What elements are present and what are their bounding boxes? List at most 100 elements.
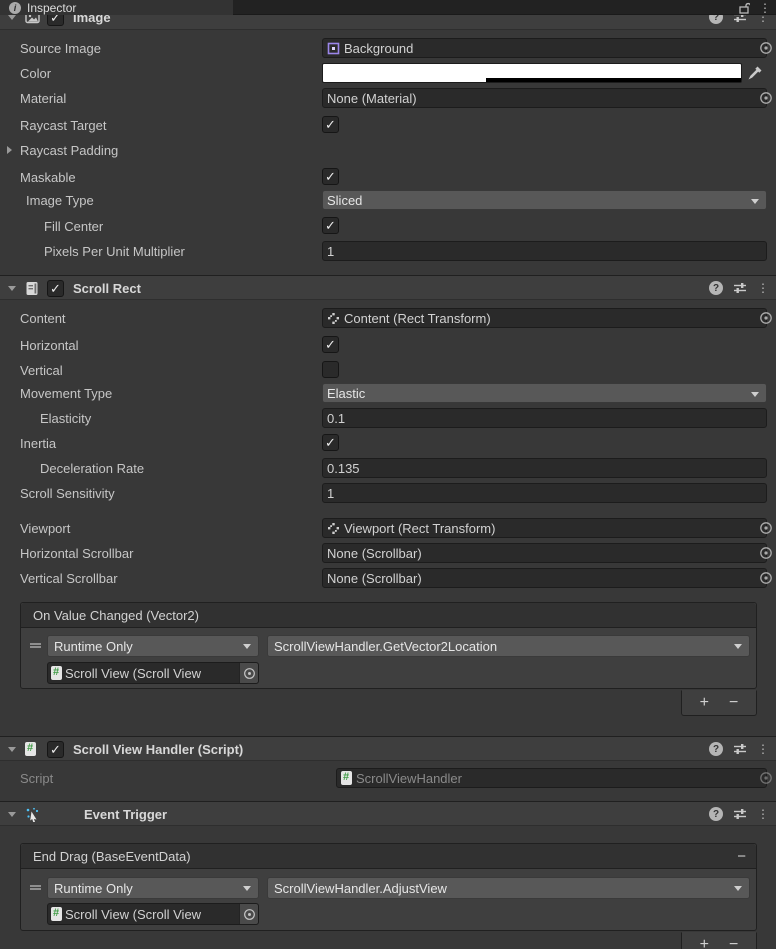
maskable-checkbox[interactable] (322, 168, 339, 185)
foldout-open-icon[interactable] (8, 15, 16, 20)
image-enabled-checkbox[interactable] (47, 15, 64, 26)
horizontal-checkbox[interactable] (322, 336, 339, 353)
scroll-rect-enabled-checkbox[interactable] (47, 280, 64, 297)
tab-title: Inspector (27, 1, 76, 15)
image-component-title: Image (73, 15, 111, 25)
rect-transform-icon (327, 522, 340, 535)
script-icon (341, 771, 352, 785)
tab-inspector[interactable]: i Inspector (0, 0, 233, 15)
alpha-strip (323, 78, 741, 82)
raycast-target-checkbox[interactable] (322, 116, 339, 133)
viewport-field[interactable]: Viewport (Rect Transform) (322, 518, 767, 538)
raycast-padding-row: Raycast Padding (0, 140, 776, 160)
kebab-menu-icon[interactable]: ⋮ (757, 808, 769, 820)
event-function-value: ScrollViewHandler.GetVector2Location (274, 639, 497, 654)
color-label: Color (20, 66, 51, 81)
horizontal-scrollbar-label: Horizontal Scrollbar (20, 546, 133, 561)
pixels-per-unit-input[interactable]: 1 (322, 241, 767, 261)
scroll-sensitivity-row: Scroll Sensitivity 1 (0, 483, 776, 503)
lock-icon[interactable] (739, 2, 750, 14)
tabbar-actions: ⋮ (739, 0, 771, 15)
script-component-header[interactable]: Scroll View Handler (Script) ? ⋮ (0, 736, 776, 761)
event-trigger-component-header[interactable]: Event Trigger ? ⋮ (0, 801, 776, 826)
foldout-closed-icon[interactable] (7, 146, 12, 154)
foldout-open-icon[interactable] (8, 812, 16, 817)
maskable-label: Maskable (20, 170, 76, 185)
material-label: Material (20, 91, 66, 106)
deceleration-rate-input[interactable]: 0.135 (322, 458, 767, 478)
kebab-menu-icon[interactable]: ⋮ (757, 15, 769, 23)
event-function-dropdown[interactable]: ScrollViewHandler.GetVector2Location (267, 635, 750, 657)
help-icon[interactable]: ? (709, 807, 723, 821)
script-field: ScrollViewHandler (336, 768, 767, 788)
fill-center-label: Fill Center (44, 219, 103, 234)
object-picker-icon[interactable] (239, 904, 258, 924)
event-target-field[interactable]: Scroll View (Scroll View (47, 662, 259, 684)
presets-icon[interactable] (733, 15, 747, 24)
presets-icon[interactable] (733, 281, 747, 295)
event-list-footer: + − (681, 690, 757, 716)
object-picker-icon[interactable] (759, 571, 773, 588)
inertia-checkbox[interactable] (322, 434, 339, 451)
image-type-dropdown[interactable]: Sliced (322, 190, 767, 210)
object-picker-icon[interactable] (759, 91, 773, 108)
image-component-header[interactable]: Image ? ⋮ (0, 15, 776, 30)
object-picker-icon[interactable] (759, 41, 773, 58)
script-component-title: Scroll View Handler (Script) (73, 742, 243, 757)
presets-icon[interactable] (733, 742, 747, 756)
pixels-per-unit-label: Pixels Per Unit Multiplier (44, 244, 185, 259)
scroll-sensitivity-input[interactable]: 1 (322, 483, 767, 503)
source-image-value: Background (344, 41, 413, 56)
vertical-scrollbar-field[interactable]: None (Scrollbar) (322, 568, 767, 588)
color-swatch[interactable] (322, 63, 742, 83)
object-picker-icon (759, 771, 773, 788)
help-icon[interactable]: ? (709, 281, 723, 295)
event-box-header: End Drag (BaseEventData) − (21, 844, 756, 869)
object-picker-icon[interactable] (759, 521, 773, 538)
script-enabled-checkbox[interactable] (47, 741, 64, 758)
help-icon[interactable]: ? (709, 15, 723, 24)
source-image-field[interactable]: Background (322, 38, 767, 58)
script-label: Script (20, 771, 53, 786)
help-icon[interactable]: ? (709, 742, 723, 756)
movement-type-dropdown[interactable]: Elastic (322, 383, 767, 403)
material-field[interactable]: None (Material) (322, 88, 767, 108)
material-value: None (Material) (327, 91, 417, 106)
drag-handle[interactable] (30, 643, 41, 648)
kebab-menu-icon[interactable]: ⋮ (757, 743, 769, 755)
vertical-checkbox[interactable] (322, 361, 339, 378)
object-picker-icon[interactable] (759, 311, 773, 328)
content-field[interactable]: Content (Rect Transform) (322, 308, 767, 328)
event-trigger-component-icon (25, 807, 40, 825)
fill-center-checkbox[interactable] (322, 217, 339, 234)
add-event-button[interactable]: + (700, 936, 709, 949)
scroll-rect-component-header[interactable]: Scroll Rect ? ⋮ (0, 275, 776, 300)
event-mode-dropdown[interactable]: Runtime Only (47, 877, 259, 899)
movement-type-value: Elastic (327, 386, 365, 401)
chevron-down-icon (751, 199, 759, 204)
kebab-menu-icon[interactable]: ⋮ (757, 282, 769, 294)
event-mode-dropdown[interactable]: Runtime Only (47, 635, 259, 657)
image-type-value: Sliced (327, 193, 362, 208)
remove-event-button[interactable]: − (729, 936, 738, 949)
event-target-field[interactable]: Scroll View (Scroll View (47, 903, 259, 925)
maskable-row: Maskable (0, 167, 776, 187)
event-function-dropdown[interactable]: ScrollViewHandler.AdjustView (267, 877, 750, 899)
horizontal-label: Horizontal (20, 338, 79, 353)
color-value (323, 64, 741, 78)
vertical-scrollbar-value: None (Scrollbar) (327, 571, 422, 586)
foldout-open-icon[interactable] (8, 286, 16, 291)
foldout-open-icon[interactable] (8, 747, 16, 752)
presets-icon[interactable] (733, 807, 747, 821)
horizontal-scrollbar-field[interactable]: None (Scrollbar) (322, 543, 767, 563)
kebab-menu-icon[interactable]: ⋮ (759, 2, 771, 14)
elasticity-input[interactable]: 0.1 (322, 408, 767, 428)
eyedropper-icon[interactable] (747, 65, 763, 84)
add-event-button[interactable]: + (700, 694, 709, 712)
drag-handle[interactable] (30, 885, 41, 890)
object-picker-icon[interactable] (239, 663, 258, 683)
object-picker-icon[interactable] (759, 546, 773, 563)
remove-event-button[interactable]: − (729, 694, 738, 712)
alpha-fill (323, 78, 486, 82)
remove-event-type-button[interactable]: − (737, 844, 746, 869)
